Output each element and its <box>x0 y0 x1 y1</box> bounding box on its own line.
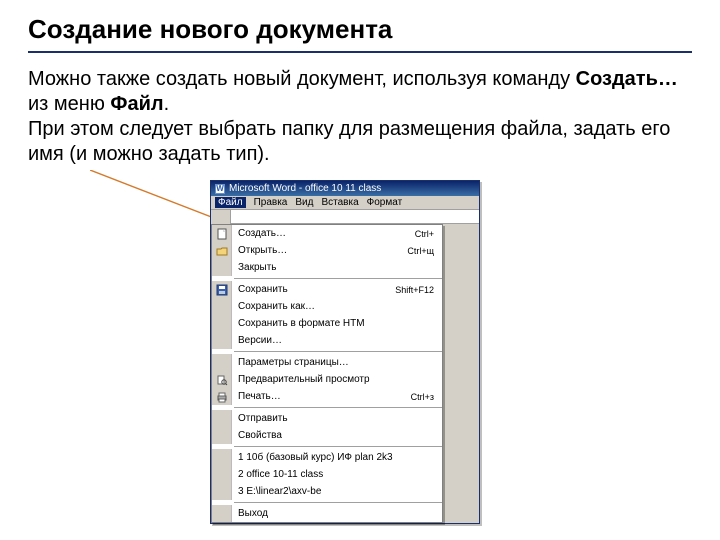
new-icon <box>212 225 232 242</box>
menu-item-print[interactable]: Печать… Ctrl+з <box>212 388 442 405</box>
file-menu-dropdown: Создать… Ctrl+ Открыть… Ctrl+щ Закрыть <box>211 224 443 523</box>
menu-item-send[interactable]: Отправить <box>212 410 442 427</box>
menu-format[interactable]: Формат <box>367 197 403 208</box>
menu-item-save[interactable]: Сохранить Shift+F12 <box>212 281 442 298</box>
para-line1b: из меню <box>28 93 110 115</box>
menu-item-properties[interactable]: Свойства <box>212 427 442 444</box>
word-window-screenshot: W Microsoft Word - office 10 11 class Фа… <box>210 180 480 524</box>
para-line1a: Можно также создать новый документ, испо… <box>28 68 576 90</box>
menu-item-preview[interactable]: Предварительный просмотр <box>212 371 442 388</box>
menu-create-bold: Создать… <box>576 68 678 90</box>
menu-item-open[interactable]: Открыть… Ctrl+щ <box>212 242 442 259</box>
slide-body: Можно также создать новый документ, испо… <box>28 53 692 167</box>
open-icon <box>212 242 232 259</box>
menu-item-versions[interactable]: Версии… <box>212 332 442 349</box>
recent-file-1[interactable]: 1 10б (базовый курс) ИФ plan 2k3 <box>212 449 442 466</box>
print-icon <box>212 388 232 405</box>
menu-view[interactable]: Вид <box>295 197 313 208</box>
menu-edit[interactable]: Правка <box>254 197 288 208</box>
para-line1c: . <box>164 93 170 115</box>
menu-item-create[interactable]: Создать… Ctrl+ <box>212 225 442 242</box>
slide-title: Создание нового документа <box>28 8 692 53</box>
para-line2: При этом следует выбрать папку для разме… <box>28 118 670 165</box>
window-titlebar: W Microsoft Word - office 10 11 class <box>211 181 479 196</box>
menu-item-save-html[interactable]: Сохранить в формате HTM <box>212 315 442 332</box>
menubar: Файл Правка Вид Вставка Формат <box>211 196 479 210</box>
menu-item-close[interactable]: Закрыть <box>212 259 442 276</box>
menu-file-bold: Файл <box>110 93 163 115</box>
window-title: Microsoft Word - office 10 11 class <box>229 183 381 194</box>
word-icon: W <box>215 184 225 194</box>
menu-file[interactable]: Файл <box>215 197 246 208</box>
save-icon <box>212 281 232 298</box>
menu-item-page-setup[interactable]: Параметры страницы… <box>212 354 442 371</box>
recent-file-3[interactable]: 3 E:\linear2\axv-be <box>212 483 442 500</box>
menu-insert[interactable]: Вставка <box>321 197 358 208</box>
menu-item-save-as[interactable]: Сохранить как… <box>212 298 442 315</box>
preview-icon <box>212 371 232 388</box>
menu-item-exit[interactable]: Выход <box>212 505 442 522</box>
recent-file-2[interactable]: 2 office 10-11 class <box>212 466 442 483</box>
